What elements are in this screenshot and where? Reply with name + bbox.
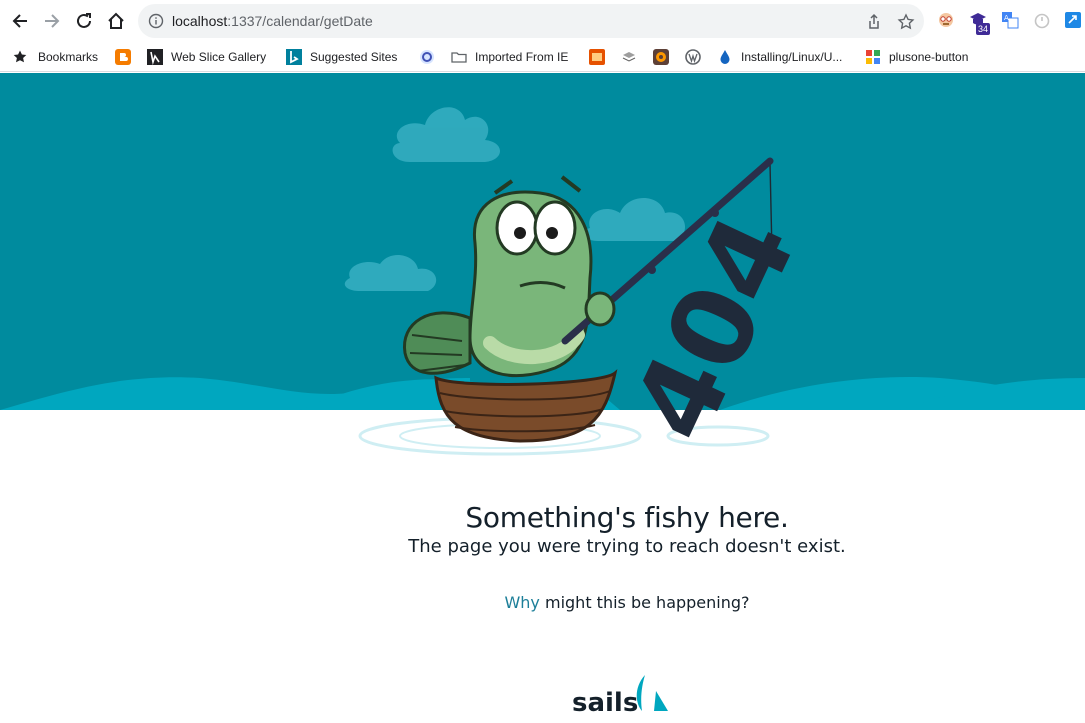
- page-subtitle: The page you were trying to reach doesn'…: [408, 536, 846, 557]
- cookie-icon: [653, 49, 669, 65]
- bookmark-label: Bookmarks: [38, 50, 99, 64]
- web-slice-icon: [147, 49, 163, 65]
- bookmark-suggested-sites[interactable]: Suggested Sites: [286, 47, 397, 67]
- timer-extension-icon[interactable]: [1033, 11, 1051, 29]
- fishing-fish-illustration: 404: [0, 73, 1085, 483]
- home-icon: [108, 12, 124, 29]
- bookmark-web-slice-gallery[interactable]: Web Slice Gallery: [147, 47, 266, 67]
- bookmark-stack[interactable]: [621, 47, 645, 67]
- remote-extension-icon[interactable]: [1064, 11, 1082, 29]
- svg-text:A: A: [1004, 14, 1009, 22]
- forward-arrow-icon: [45, 14, 60, 28]
- extension-badge: 34: [976, 23, 991, 35]
- bookmark-wordpress[interactable]: [685, 47, 709, 67]
- url-text[interactable]: localhost:1337/calendar/getDate: [172, 13, 373, 29]
- drop-icon: [720, 50, 730, 64]
- page-content: 404 Something's fishy here. The page you…: [0, 73, 1085, 723]
- stack-icon: [622, 52, 636, 62]
- reload-button[interactable]: [72, 9, 96, 33]
- bookmark-star-icon[interactable]: [897, 13, 915, 31]
- star-icon: [13, 50, 27, 63]
- back-arrow-icon: [12, 14, 27, 28]
- wordpress-icon: [685, 49, 701, 65]
- home-button[interactable]: [104, 9, 128, 33]
- sails-logo[interactable]: sails: [572, 671, 684, 719]
- back-button[interactable]: [8, 9, 32, 33]
- bookmark-icon: [589, 49, 605, 65]
- bookmark-label: plusone-button: [889, 50, 969, 64]
- blogger-icon: [115, 49, 131, 65]
- why-message: Why might this be happening?: [0, 593, 1085, 612]
- browser-toolbar: localhost:1337/calendar/getDate 34 A: [0, 0, 1085, 42]
- bookmarks-bar: Bookmarks Web Slice Gallery Suggested Si…: [0, 42, 1085, 72]
- sails-logo-text: sails: [572, 688, 638, 718]
- forward-button[interactable]: [40, 9, 64, 33]
- url-path: :1337/calendar/getDate: [227, 13, 373, 29]
- bookmark-label: Installing/Linux/U...: [741, 50, 843, 64]
- bookmark-app[interactable]: [419, 47, 443, 67]
- url-host: localhost: [172, 13, 228, 29]
- app-icon: [420, 50, 434, 64]
- page-title: Something's fishy here.: [465, 501, 789, 534]
- reload-icon: [77, 13, 91, 28]
- why-link[interactable]: Why: [504, 593, 539, 612]
- plusone-icon: [866, 50, 880, 64]
- face-extension-icon[interactable]: [937, 11, 955, 29]
- bookmark-bookmarks[interactable]: Bookmarks: [12, 47, 98, 67]
- bookmark-cookie[interactable]: [653, 47, 677, 67]
- bookmark-red[interactable]: [589, 47, 613, 67]
- bookmark-installing-linux[interactable]: Installing/Linux/U...: [717, 47, 842, 67]
- translate-extension-icon[interactable]: A: [1001, 11, 1019, 29]
- bookmark-imported-from-ie[interactable]: Imported From IE: [451, 47, 568, 67]
- bing-icon: [286, 49, 302, 65]
- folder-icon: [451, 52, 467, 63]
- bookmark-label: Imported From IE: [475, 50, 569, 64]
- bookmark-label: Web Slice Gallery: [171, 50, 267, 64]
- why-text: might this be happening?: [539, 593, 750, 612]
- address-bar[interactable]: localhost:1337/calendar/getDate: [138, 4, 924, 38]
- bookmark-label: Suggested Sites: [310, 50, 398, 64]
- share-icon[interactable]: [865, 13, 883, 31]
- bookmark-blogger[interactable]: [115, 47, 139, 67]
- info-icon[interactable]: [148, 13, 164, 29]
- bookmark-plusone-button[interactable]: plusone-button: [865, 47, 968, 67]
